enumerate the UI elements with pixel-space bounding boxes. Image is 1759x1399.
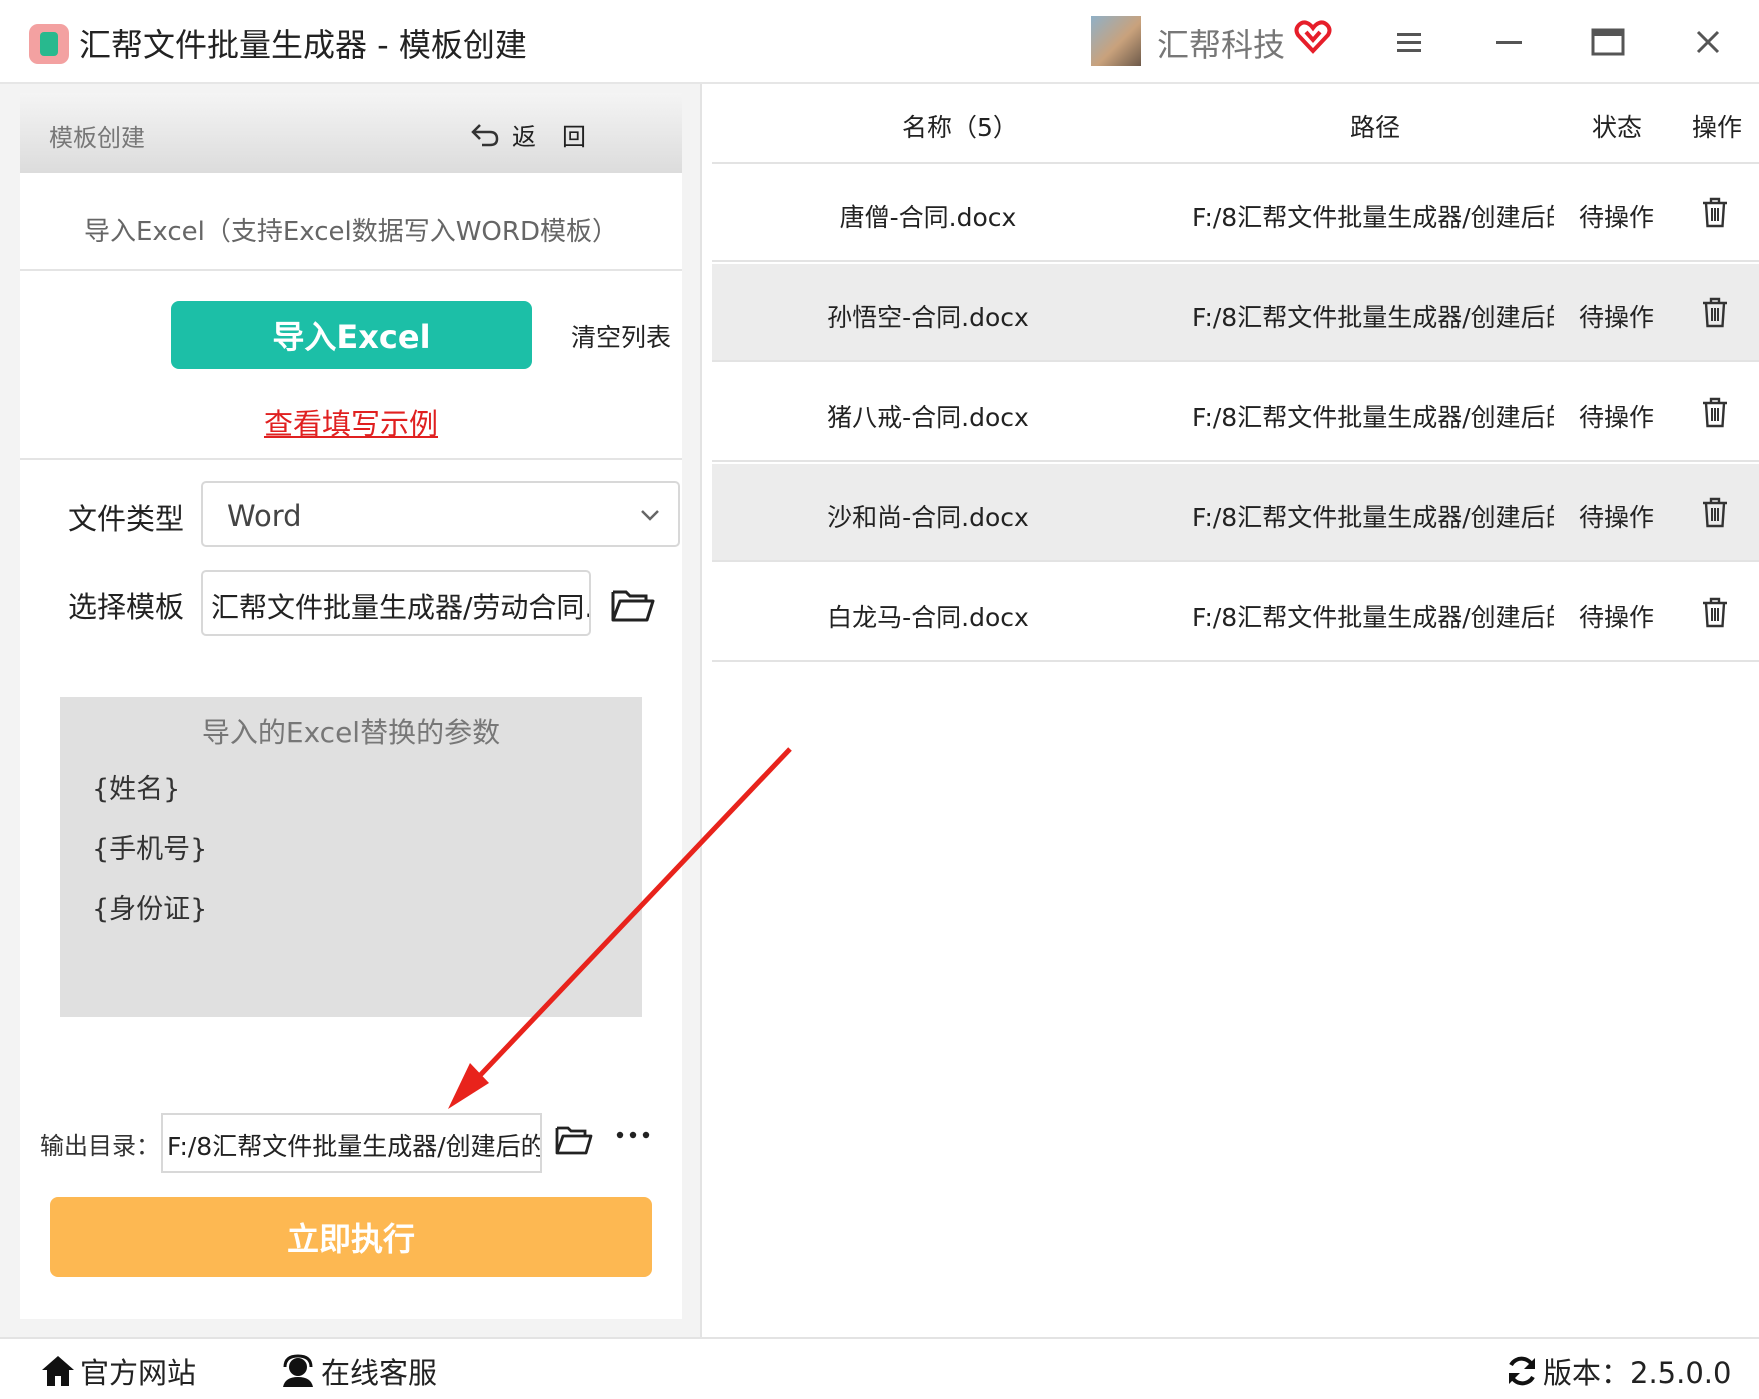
delete-icon[interactable] — [1700, 596, 1730, 628]
table-row[interactable]: 白龙马-合同.docx F:/8汇帮文件批量生成器/创建后的 待操作 — [712, 564, 1759, 662]
run-now-button[interactable]: 立即执行 — [50, 1197, 652, 1277]
back-arrow-icon — [471, 123, 499, 146]
left-panel: 模板创建 返回 导入Excel（支持Excel数据写入WORD模板） 导入Exc… — [0, 84, 702, 1337]
file-list-panel: 名称（5） 路径 状态 操作 唐僧-合同.docx F:/8汇帮文件批量生成器/创… — [702, 84, 1759, 1337]
website-link[interactable]: 官方网站 — [40, 1350, 196, 1392]
file-path: F:/8汇帮文件批量生成器/创建后的 — [1192, 603, 1554, 632]
file-status: 待操作 — [1579, 203, 1655, 232]
params-panel: 导入的Excel替换的参数 {姓名} {手机号} {身份证} — [60, 697, 642, 1017]
template-card: 模板创建 返回 导入Excel（支持Excel数据写入WORD模板） 导入Exc… — [20, 93, 682, 1319]
example-link[interactable]: 查看填写示例 — [20, 401, 682, 443]
delete-icon[interactable] — [1700, 296, 1730, 328]
table-header: 名称（5） 路径 状态 操作 — [712, 84, 1759, 164]
support-link[interactable]: 在线客服 — [279, 1350, 437, 1392]
output-dir-label: 输出目录： — [40, 1132, 160, 1160]
params-title: 导入的Excel替换的参数 — [201, 716, 501, 749]
header-label: 模板创建 — [49, 124, 145, 152]
delete-icon[interactable] — [1700, 196, 1730, 228]
column-header-action: 操作 — [1692, 113, 1743, 142]
file-name: 沙和尚-合同.docx — [827, 503, 1029, 532]
avatar[interactable] — [1091, 16, 1141, 66]
menu-icon[interactable] — [1391, 24, 1427, 60]
delete-icon[interactable] — [1700, 496, 1730, 528]
maximize-icon[interactable] — [1590, 24, 1626, 60]
clear-list-button[interactable]: 清空列表 — [571, 318, 671, 354]
import-hint: 导入Excel（支持Excel数据写入WORD模板） — [83, 217, 618, 247]
column-header-name: 名称（5） — [902, 113, 1018, 142]
file-path: F:/8汇帮文件批量生成器/创建后的 — [1192, 403, 1554, 432]
template-path-value: 汇帮文件批量生成器/劳动合同.docx — [211, 591, 589, 624]
file-type-label: 文件类型 — [68, 502, 185, 536]
title-bar: 汇帮文件批量生成器 - 模板创建 汇帮科技 — [0, 0, 1759, 84]
file-path: F:/8汇帮文件批量生成器/创建后的 — [1192, 203, 1554, 232]
file-name: 唐僧-合同.docx — [839, 203, 1017, 232]
table-row[interactable]: 唐僧-合同.docx F:/8汇帮文件批量生成器/创建后的 待操作 — [712, 164, 1759, 262]
file-path: F:/8汇帮文件批量生成器/创建后的 — [1192, 503, 1554, 532]
divider — [20, 269, 682, 271]
output-folder-icon[interactable] — [554, 1123, 594, 1157]
vip-heart-icon[interactable] — [1294, 18, 1332, 56]
file-status: 待操作 — [1579, 403, 1655, 432]
minimize-icon[interactable] — [1491, 24, 1527, 60]
close-icon[interactable] — [1690, 24, 1726, 60]
chevron-down-icon — [641, 510, 659, 521]
file-status: 待操作 — [1579, 303, 1655, 332]
support-label: 在线客服 — [321, 1356, 438, 1390]
app-window: 汇帮文件批量生成器 - 模板创建 汇帮科技 模板创建 返回 导入Excel（支持… — [0, 0, 1759, 1399]
version-info: 版本：2.5.0.0 — [1505, 1350, 1731, 1392]
customer-service-icon — [283, 1354, 313, 1387]
refresh-icon — [1509, 1356, 1535, 1386]
back-button[interactable]: 返回 — [470, 117, 612, 152]
divider — [20, 458, 682, 460]
template-folder-icon[interactable] — [610, 586, 656, 624]
table-row[interactable]: 孙悟空-合同.docx F:/8汇帮文件批量生成器/创建后的 待操作 — [712, 264, 1759, 362]
back-label: 返回 — [512, 123, 612, 151]
brand-name: 汇帮科技 — [1157, 26, 1286, 64]
more-options-icon[interactable] — [613, 1123, 653, 1147]
column-header-status: 状态 — [1592, 113, 1643, 142]
table-row[interactable]: 猪八戒-合同.docx F:/8汇帮文件批量生成器/创建后的 待操作 — [712, 364, 1759, 462]
param-item: {姓名} — [92, 774, 181, 805]
table-row[interactable]: 沙和尚-合同.docx F:/8汇帮文件批量生成器/创建后的 待操作 — [712, 464, 1759, 562]
app-icon — [29, 24, 69, 64]
file-type-select[interactable]: Word — [201, 481, 680, 547]
file-status: 待操作 — [1579, 503, 1655, 532]
website-label: 官方网站 — [80, 1356, 197, 1390]
param-item: {身份证} — [92, 894, 208, 925]
file-name: 猪八戒-合同.docx — [827, 403, 1029, 432]
template-path-input[interactable]: 汇帮文件批量生成器/劳动合同.docx — [201, 570, 591, 636]
file-type-value: Word — [227, 499, 302, 533]
window-title: 汇帮文件批量生成器 - 模板创建 — [79, 26, 527, 64]
output-dir-input[interactable]: F:/8汇帮文件批量生成器/创建后的文件 — [161, 1113, 542, 1173]
file-path: F:/8汇帮文件批量生成器/创建后的 — [1192, 303, 1554, 332]
column-header-path: 路径 — [1350, 113, 1401, 142]
template-label: 选择模板 — [68, 590, 185, 624]
file-name: 白龙马-合同.docx — [827, 603, 1029, 632]
version-label: 版本：2.5.0.0 — [1543, 1356, 1732, 1390]
delete-icon[interactable] — [1700, 396, 1730, 428]
home-icon — [42, 1356, 74, 1386]
card-header: 模板创建 返回 — [20, 93, 682, 173]
file-status: 待操作 — [1579, 603, 1655, 632]
file-name: 孙悟空-合同.docx — [827, 303, 1029, 332]
param-item: {手机号} — [92, 834, 208, 865]
import-excel-button[interactable]: 导入Excel — [171, 301, 532, 369]
bottom-bar: 官方网站 在线客服 版本：2.5.0.0 — [0, 1337, 1759, 1399]
output-dir-value: F:/8汇帮文件批量生成器/创建后的文件 — [167, 1132, 540, 1161]
